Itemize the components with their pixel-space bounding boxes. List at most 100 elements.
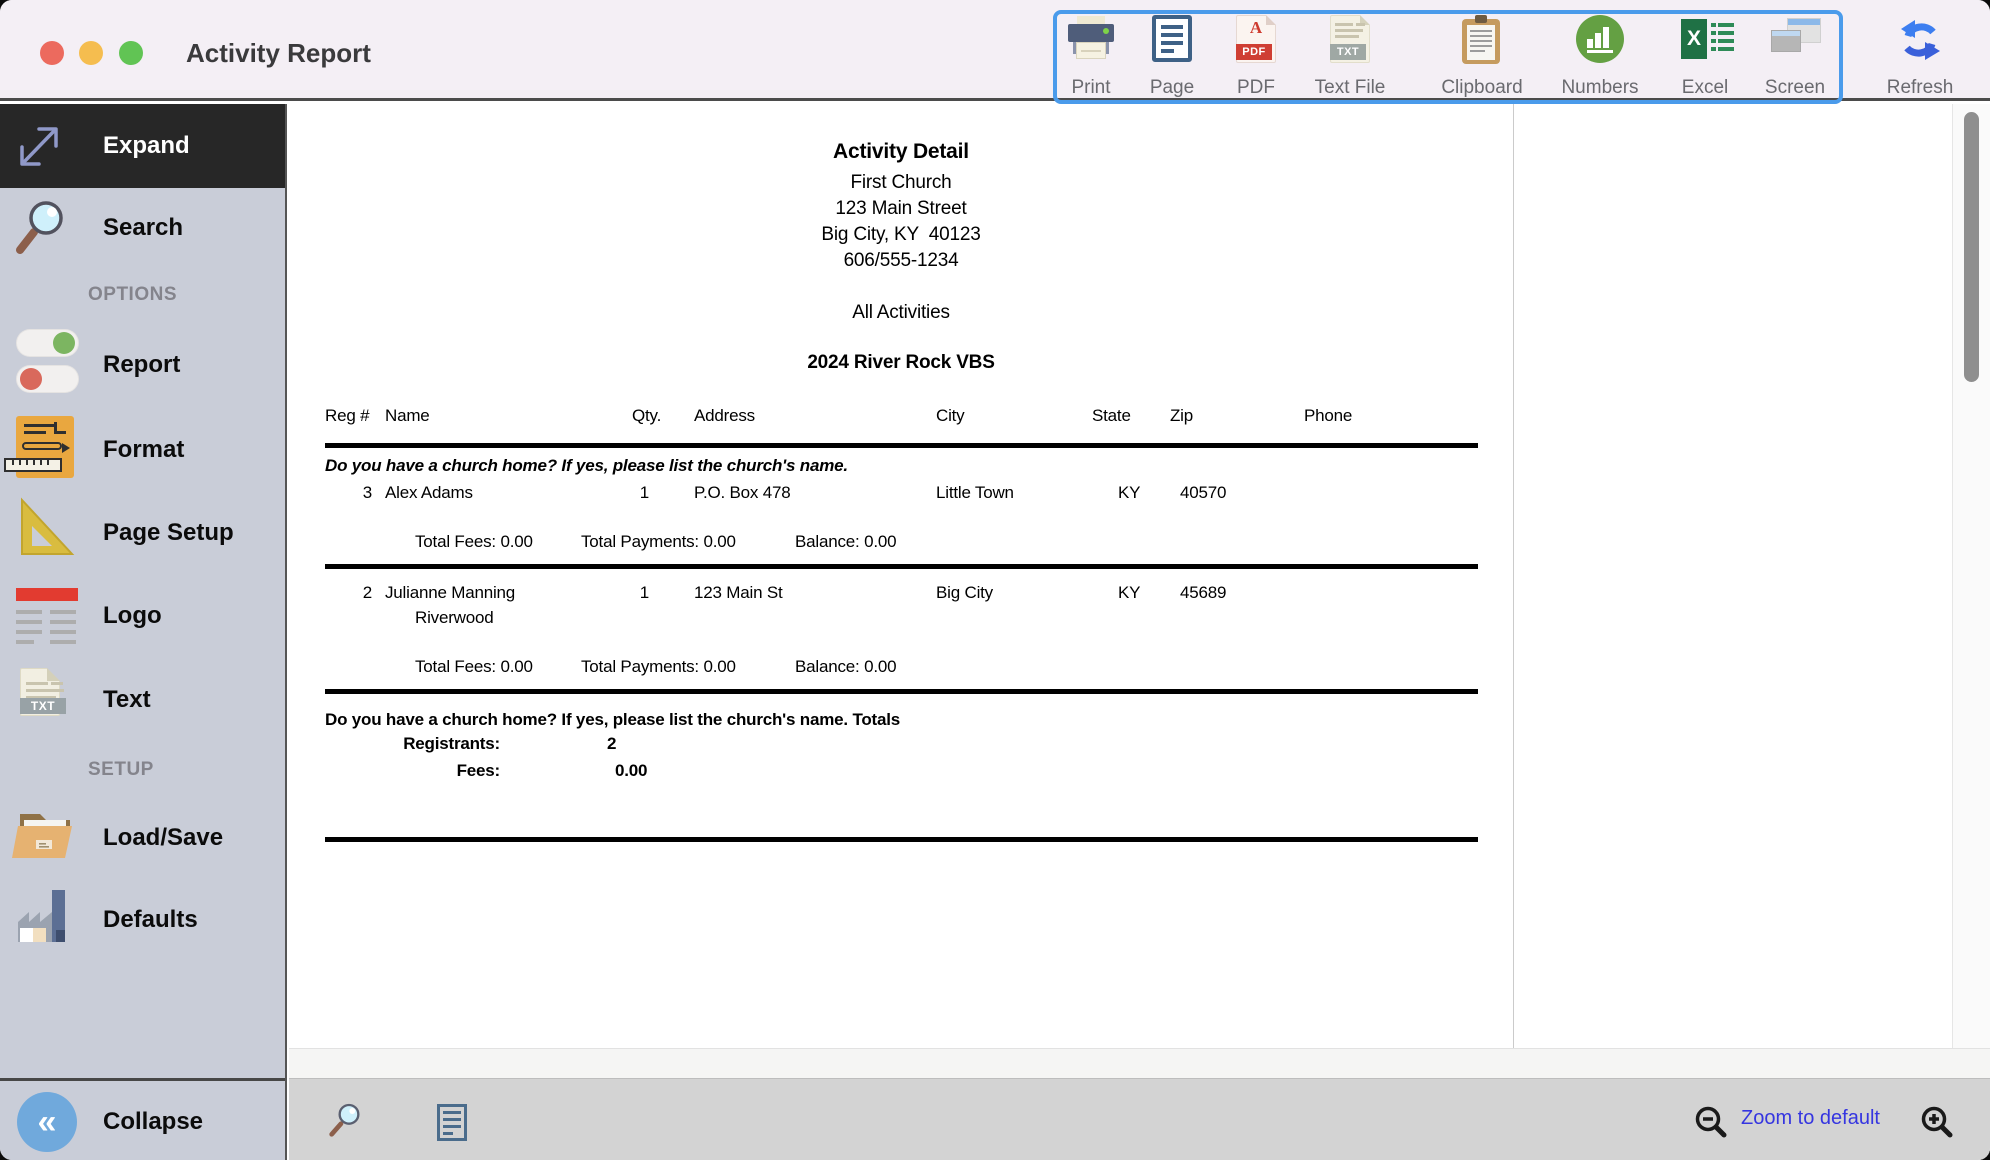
zoom-window-button[interactable]: [119, 41, 143, 65]
report-toggle-on[interactable]: [16, 329, 79, 357]
text-view-icon[interactable]: [437, 1104, 467, 1141]
org-address: 123 Main Street: [289, 198, 1513, 220]
report-label: Report: [103, 351, 180, 379]
toolbar-pdf-button[interactable]: A PDF PDF: [1208, 15, 1304, 99]
toolbar-numbers-button[interactable]: Numbers: [1552, 15, 1648, 99]
table-row: 2 Julianne Manning 1 123 Main St Big Cit…: [289, 583, 1513, 607]
pdf-file-icon: A PDF: [1236, 15, 1276, 63]
toolbar-excel-button[interactable]: X Excel: [1657, 15, 1753, 99]
org-city-line: Big City, KY 40123: [289, 224, 1513, 246]
refresh-icon: [1895, 15, 1945, 65]
format-icon: [16, 416, 74, 478]
toolbar-print-label: Print: [1071, 77, 1110, 99]
toolbar-refresh-label: Refresh: [1887, 77, 1954, 99]
report-document: Activity Detail First Church 123 Main St…: [289, 104, 1513, 1048]
minimize-window-button[interactable]: [79, 41, 103, 65]
fees-row: Fees: 0.00: [289, 761, 1513, 785]
title-bar: Activity Report Print Page A PDF: [0, 0, 1990, 101]
search-label: Search: [103, 214, 183, 242]
table-rule: [325, 443, 1478, 448]
options-section-header: OPTIONS: [88, 284, 177, 306]
table-header-row: Reg # Name Qty. Address City State Zip P…: [289, 406, 1513, 430]
toolbar-numbers-label: Numbers: [1561, 77, 1638, 99]
table-rule: [325, 837, 1478, 842]
printer-icon: [1066, 15, 1116, 65]
window-title: Activity Report: [186, 38, 371, 69]
folder-icon: [12, 800, 76, 862]
report-toggle-off[interactable]: [16, 365, 79, 393]
horizontal-scroll-area[interactable]: [289, 1048, 1990, 1078]
sidebar: Expand Search OPTIONS Report Format: [0, 104, 287, 1160]
status-bar: Zoom to default: [289, 1078, 1990, 1160]
setup-section-header: SETUP: [88, 759, 154, 781]
magnify-tool-icon[interactable]: [325, 1097, 365, 1145]
record-totals-row: Total Fees: 0.00 Total Payments: 0.00 Ba…: [289, 532, 1513, 556]
logo-label: Logo: [103, 602, 162, 630]
section-header-row: Do you have a church home? If yes, pleas…: [289, 456, 1513, 480]
org-phone: 606/555-1234: [289, 250, 1513, 272]
sidebar-item-collapse[interactable]: « Collapse: [0, 1078, 285, 1160]
txt-badge: TXT: [1330, 44, 1366, 60]
toolbar-clipboard-label: Clipboard: [1441, 77, 1522, 99]
toolbar-screen-button[interactable]: Screen: [1747, 15, 1843, 99]
scrollbar-thumb[interactable]: [1964, 112, 1979, 382]
screen-windows-icon: [1770, 15, 1820, 65]
expand-label: Expand: [103, 132, 190, 160]
close-window-button[interactable]: [40, 41, 64, 65]
table-rule: [325, 689, 1478, 694]
logo-icon: [16, 588, 78, 646]
toolbar-screen-label: Screen: [1765, 77, 1825, 99]
expand-arrows-icon: [12, 118, 64, 174]
defaults-chart-icon: [14, 884, 76, 946]
page-setup-triangle-icon: [14, 496, 76, 558]
registrants-label: Registrants:: [325, 734, 500, 754]
toolbar-refresh-button[interactable]: Refresh: [1872, 15, 1968, 99]
grand-totals-heading: Do you have a church home? If yes, pleas…: [325, 710, 900, 730]
excel-icon: X: [1680, 15, 1730, 65]
col-address: Address: [694, 406, 755, 426]
toolbar-pdf-label: PDF: [1237, 77, 1275, 99]
text-txt-badge: TXT: [20, 698, 66, 714]
zoom-to-default-link[interactable]: Zoom to default: [1741, 1107, 1880, 1130]
toolbar-page-button[interactable]: Page: [1124, 15, 1220, 99]
registrants-value: 2: [607, 734, 616, 754]
toolbar-clipboard-button[interactable]: Clipboard: [1434, 15, 1530, 99]
fees-value: 0.00: [615, 761, 647, 781]
col-phone: Phone: [1304, 406, 1352, 426]
collapse-label: Collapse: [103, 1108, 203, 1136]
zoom-out-icon[interactable]: [1693, 1105, 1729, 1141]
col-state: State: [1092, 406, 1131, 426]
toolbar-textfile-button[interactable]: TXT Text File: [1302, 15, 1398, 99]
vertical-scrollbar[interactable]: [1952, 104, 1990, 1048]
report-preview-area: Activity Detail First Church 123 Main St…: [289, 104, 1990, 1160]
defaults-label: Defaults: [103, 906, 198, 934]
pdf-badge: PDF: [1236, 44, 1272, 60]
format-label: Format: [103, 436, 184, 464]
text-label: Text: [103, 686, 151, 714]
clipboard-icon: [1457, 15, 1507, 65]
record-totals-row: Total Fees: 0.00 Total Payments: 0.00 Ba…: [289, 657, 1513, 681]
sidebar-item-expand[interactable]: Expand: [0, 104, 285, 188]
collapse-chevrons-icon: «: [17, 1092, 77, 1152]
text-txt-icon: TXT: [20, 668, 60, 716]
toolbar-textfile-label: Text File: [1315, 77, 1386, 99]
fees-label: Fees:: [325, 761, 500, 781]
numbers-chart-icon: [1576, 15, 1624, 63]
grand-totals-heading-row: Do you have a church home? If yes, pleas…: [289, 710, 1513, 734]
record-name2-row: Riverwood: [289, 608, 1513, 632]
page-icon: [1152, 15, 1192, 62]
load-save-label: Load/Save: [103, 824, 223, 852]
page-setup-label: Page Setup: [103, 519, 234, 547]
report-title: Activity Detail: [289, 140, 1513, 164]
col-qty: Qty.: [632, 406, 661, 426]
col-name: Name: [385, 406, 430, 426]
toolbar-page-label: Page: [1150, 77, 1194, 99]
zoom-in-icon[interactable]: [1919, 1105, 1955, 1141]
app-window: Activity Report Print Page A PDF: [0, 0, 1990, 1160]
org-name: First Church: [289, 172, 1513, 194]
col-zip: Zip: [1170, 406, 1193, 426]
table-rule: [325, 564, 1478, 569]
search-icon: [12, 196, 72, 260]
txt-file-icon: TXT: [1330, 15, 1370, 63]
registrants-row: Registrants: 2: [289, 734, 1513, 758]
